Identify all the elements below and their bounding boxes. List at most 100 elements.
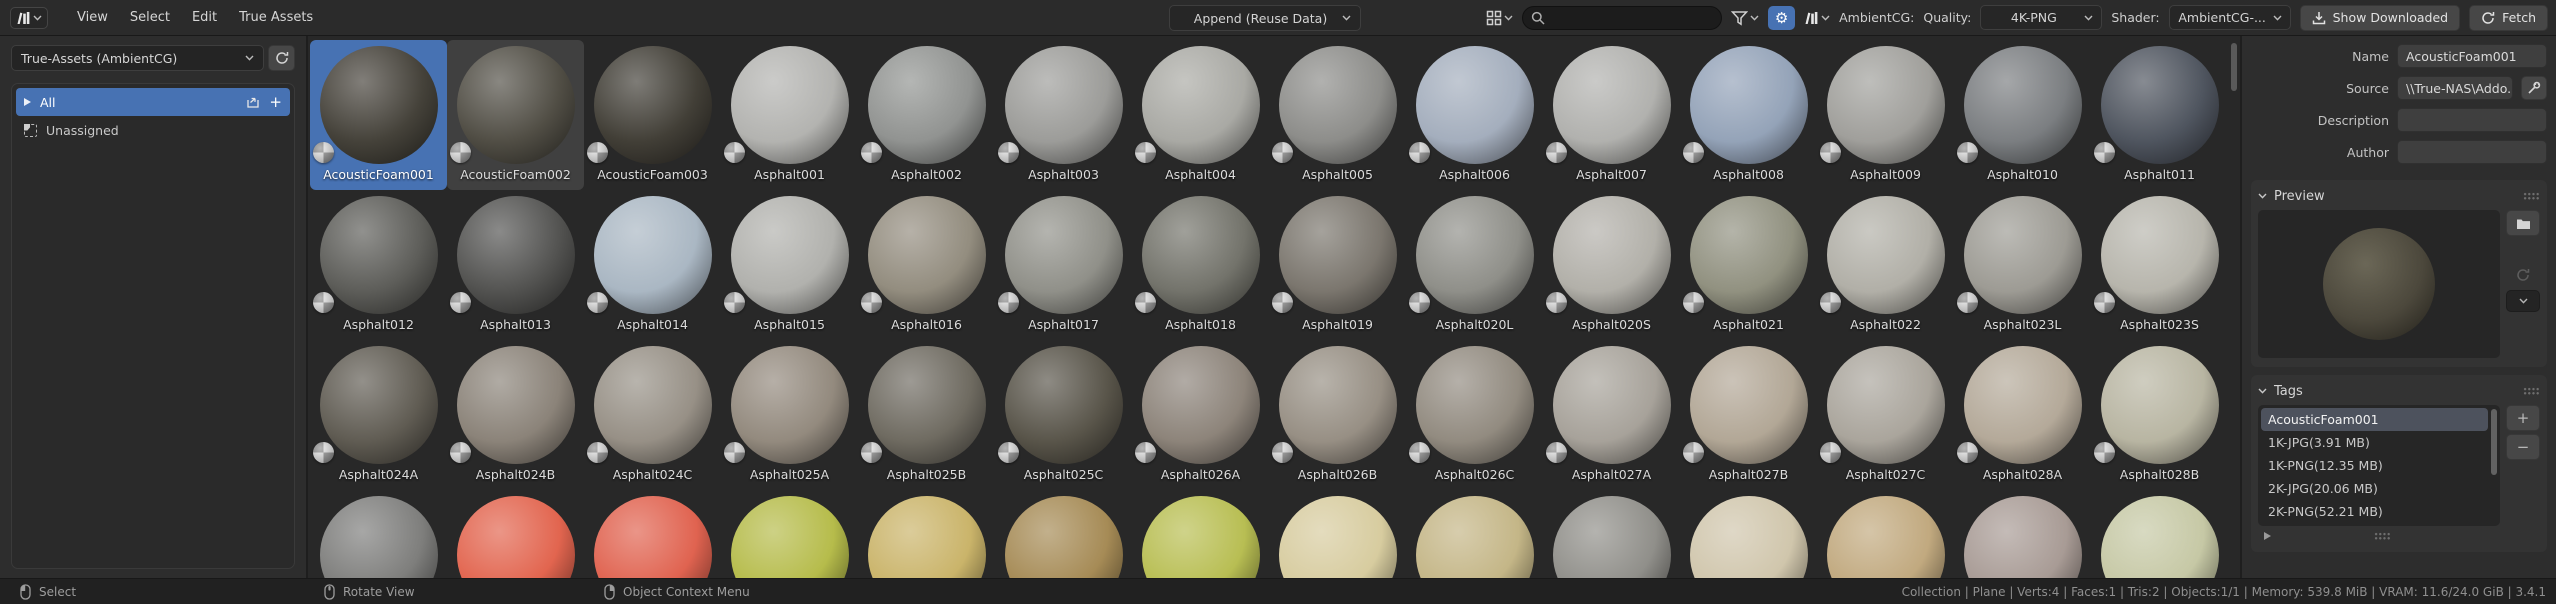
asset-Asphalt028A[interactable]: Asphalt028A: [1954, 340, 2091, 490]
tag-list-scrollbar[interactable]: [2491, 409, 2497, 475]
preview-load-button[interactable]: [2506, 210, 2540, 236]
asset-Asphalt007[interactable]: Asphalt007: [1543, 40, 1680, 190]
field-name-input[interactable]: AcousticFoam001: [2397, 44, 2547, 68]
asset-Asphalt009[interactable]: Asphalt009: [1817, 40, 1954, 190]
asset-Asphalt024B[interactable]: Asphalt024B: [447, 340, 584, 490]
show-downloaded-button[interactable]: Show Downloaded: [2300, 5, 2460, 31]
asset-Asphalt013[interactable]: Asphalt013: [447, 190, 584, 340]
editor-type-dropdown[interactable]: [10, 7, 48, 29]
quality-dropdown[interactable]: 4K-PNG: [1980, 5, 2102, 30]
asset-Asphalt020L[interactable]: Asphalt020L: [1406, 190, 1543, 340]
asset-cropped[interactable]: [1817, 490, 1954, 578]
panel-drag-grip[interactable]: [2523, 192, 2540, 200]
search-input[interactable]: [1522, 6, 1722, 30]
asset-AcousticFoam001[interactable]: AcousticFoam001: [310, 40, 447, 190]
asset-Asphalt017[interactable]: Asphalt017: [995, 190, 1132, 340]
tag-item[interactable]: AcousticFoam001: [2261, 408, 2488, 431]
preview-refresh-button[interactable]: [2506, 262, 2540, 288]
catalog-drop-icon[interactable]: [246, 96, 260, 109]
asset-Asphalt018[interactable]: Asphalt018: [1132, 190, 1269, 340]
asset-Asphalt022[interactable]: Asphalt022: [1817, 190, 1954, 340]
asset-Asphalt028B[interactable]: Asphalt028B: [2091, 340, 2228, 490]
asset-cropped[interactable]: [310, 490, 447, 578]
asset-Asphalt023L[interactable]: Asphalt023L: [1954, 190, 2091, 340]
add-tag-button[interactable]: +: [2506, 405, 2540, 431]
asset-cropped[interactable]: [1680, 490, 1817, 578]
field-source-input[interactable]: \\True-NAS\Addo...: [2397, 76, 2513, 100]
tag-item[interactable]: 2K-JPG(20.06 MB): [2261, 477, 2488, 500]
asset-cropped[interactable]: [1406, 490, 1543, 578]
fetch-button[interactable]: Fetch: [2469, 5, 2548, 31]
asset-Asphalt027B[interactable]: Asphalt027B: [1680, 340, 1817, 490]
asset-Asphalt015[interactable]: Asphalt015: [721, 190, 858, 340]
asset-Asphalt021[interactable]: Asphalt021: [1680, 190, 1817, 340]
menu-edit[interactable]: Edit: [181, 6, 228, 29]
asset-Asphalt005[interactable]: Asphalt005: [1269, 40, 1406, 190]
chevron-down-icon[interactable]: [2258, 193, 2267, 199]
asset-cropped[interactable]: [584, 490, 721, 578]
asset-Asphalt003[interactable]: Asphalt003: [995, 40, 1132, 190]
catalog-item-all[interactable]: All+: [16, 88, 290, 116]
remove-tag-button[interactable]: −: [2506, 434, 2540, 460]
source-tools-button[interactable]: [2521, 76, 2547, 100]
asset-AcousticFoam002[interactable]: AcousticFoam002: [447, 40, 584, 190]
menu-view[interactable]: View: [66, 6, 119, 29]
library-select[interactable]: True-Assets (AmbientCG): [11, 45, 264, 71]
tag-item[interactable]: 2K-PNG(52.21 MB): [2261, 500, 2488, 523]
import-method-dropdown[interactable]: Append (Reuse Data): [1169, 5, 1361, 31]
asset-Asphalt004[interactable]: Asphalt004: [1132, 40, 1269, 190]
list-resize-grip[interactable]: [2374, 532, 2391, 540]
asset-Asphalt020S[interactable]: Asphalt020S: [1543, 190, 1680, 340]
asset-Asphalt011[interactable]: Asphalt011: [2091, 40, 2228, 190]
panel-drag-grip[interactable]: [2523, 387, 2540, 395]
asset-Asphalt012[interactable]: Asphalt012: [310, 190, 447, 340]
display-mode-dropdown[interactable]: [1486, 10, 1513, 26]
asset-Asphalt014[interactable]: Asphalt014: [584, 190, 721, 340]
asset-Asphalt027C[interactable]: Asphalt027C: [1817, 340, 1954, 490]
asset-cropped[interactable]: [2091, 490, 2228, 578]
menu-true-assets[interactable]: True Assets: [228, 6, 324, 29]
asset-Asphalt025A[interactable]: Asphalt025A: [721, 340, 858, 490]
asset-Asphalt016[interactable]: Asphalt016: [858, 190, 995, 340]
asset-Asphalt025C[interactable]: Asphalt025C: [995, 340, 1132, 490]
asset-cropped[interactable]: [1954, 490, 2091, 578]
asset-Asphalt026B[interactable]: Asphalt026B: [1269, 340, 1406, 490]
asset-Asphalt024C[interactable]: Asphalt024C: [584, 340, 721, 490]
addon-asset-library-dropdown[interactable]: [1804, 11, 1830, 25]
asset-Asphalt023S[interactable]: Asphalt023S: [2091, 190, 2228, 340]
asset-cropped[interactable]: [858, 490, 995, 578]
asset-cropped[interactable]: [447, 490, 584, 578]
asset-cropped[interactable]: [1543, 490, 1680, 578]
asset-cropped[interactable]: [721, 490, 858, 578]
asset-Asphalt006[interactable]: Asphalt006: [1406, 40, 1543, 190]
asset-Asphalt027A[interactable]: Asphalt027A: [1543, 340, 1680, 490]
tag-item[interactable]: 1K-PNG(12.35 MB): [2261, 454, 2488, 477]
asset-Asphalt026C[interactable]: Asphalt026C: [1406, 340, 1543, 490]
list-filter-toggle-icon[interactable]: [2264, 532, 2271, 540]
asset-Asphalt010[interactable]: Asphalt010: [1954, 40, 2091, 190]
chevron-down-icon[interactable]: [2258, 388, 2267, 394]
field-description-input[interactable]: [2397, 108, 2547, 132]
asset-Asphalt002[interactable]: Asphalt002: [858, 40, 995, 190]
asset-Asphalt008[interactable]: Asphalt008: [1680, 40, 1817, 190]
menu-select[interactable]: Select: [119, 6, 181, 29]
add-icon[interactable]: +: [269, 95, 282, 110]
asset-Asphalt026A[interactable]: Asphalt026A: [1132, 340, 1269, 490]
preview-options-button[interactable]: [2506, 290, 2540, 312]
asset-Asphalt019[interactable]: Asphalt019: [1269, 190, 1406, 340]
asset-Asphalt024A[interactable]: Asphalt024A: [310, 340, 447, 490]
asset-cropped[interactable]: [1132, 490, 1269, 578]
catalog-item-unassigned[interactable]: Unassigned: [16, 116, 290, 144]
asset-cropped[interactable]: [1269, 490, 1406, 578]
library-refresh-button[interactable]: [268, 45, 295, 71]
field-author-input[interactable]: [2397, 140, 2547, 164]
grid-scrollbar[interactable]: [2231, 43, 2237, 91]
asset-Asphalt025B[interactable]: Asphalt025B: [858, 340, 995, 490]
addon-settings-button[interactable]: ⚙: [1768, 6, 1795, 30]
filter-dropdown[interactable]: [1731, 10, 1759, 26]
asset-cropped[interactable]: [995, 490, 1132, 578]
asset-AcousticFoam003[interactable]: AcousticFoam003: [584, 40, 721, 190]
shader-dropdown[interactable]: AmbientCG-...: [2169, 5, 2291, 30]
tag-item[interactable]: 1K-JPG(3.91 MB): [2261, 431, 2488, 454]
asset-Asphalt001[interactable]: Asphalt001: [721, 40, 858, 190]
